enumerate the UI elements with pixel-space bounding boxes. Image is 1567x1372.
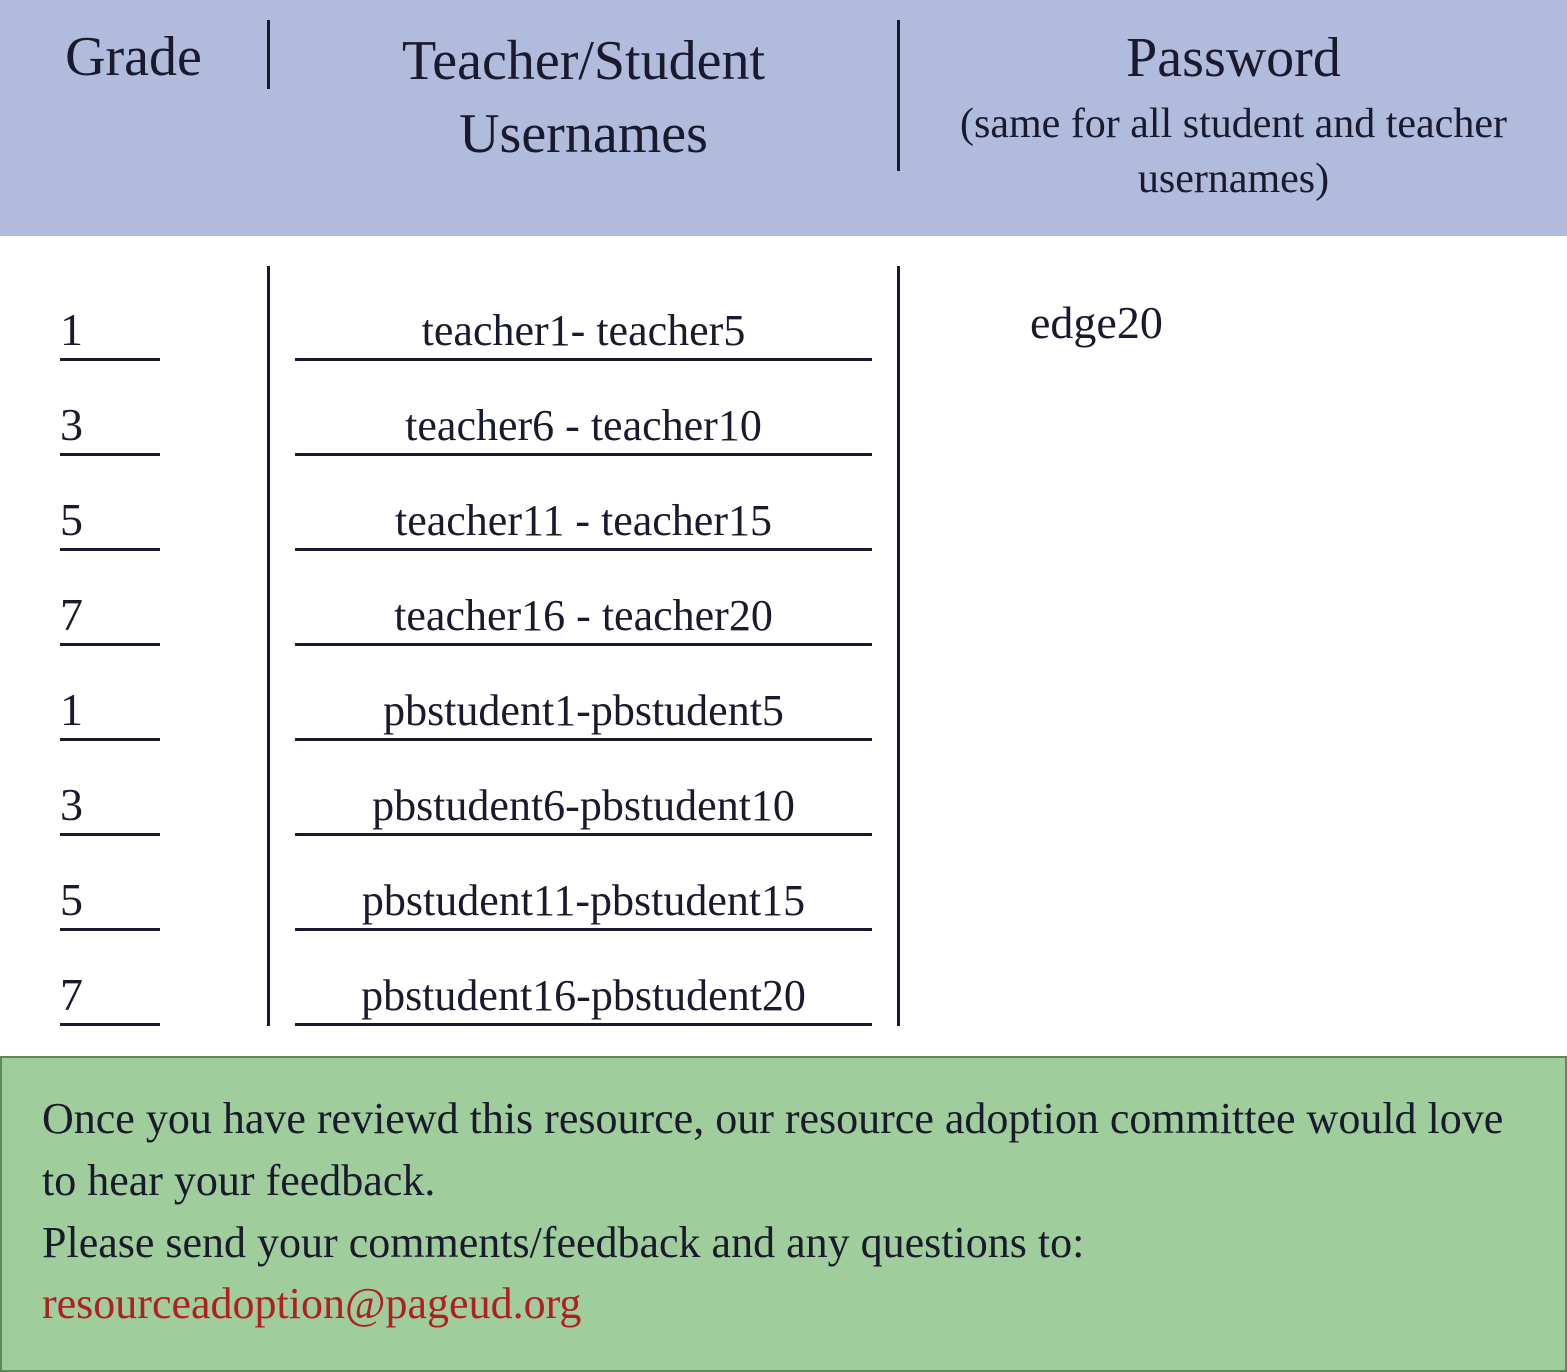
cell-grade: 1 — [0, 266, 270, 361]
footer-text-2: Please send your comments/feedback and a… — [42, 1212, 1525, 1274]
cell-grade: 1 — [0, 646, 270, 741]
table-body: 1 teacher1- teacher5 3 teacher6 - teache… — [0, 236, 900, 1026]
cell-username: teacher6 - teacher10 — [270, 361, 900, 456]
table-header: Grade Teacher/Student Usernames Password… — [0, 0, 1567, 236]
cell-grade: 3 — [0, 741, 270, 836]
cell-grade: 5 — [0, 836, 270, 931]
footer-box: Once you have reviewd this resource, our… — [0, 1056, 1567, 1371]
cell-username: pbstudent1-pbstudent5 — [270, 646, 900, 741]
table-row: 3 pbstudent6-pbstudent10 — [0, 741, 900, 836]
table-row: 5 teacher11 - teacher15 — [0, 456, 900, 551]
table-row: 1 pbstudent1-pbstudent5 — [0, 646, 900, 741]
cell-grade: 7 — [0, 931, 270, 1026]
table-row: 7 pbstudent16-pbstudent20 — [0, 931, 900, 1026]
cell-username: teacher11 - teacher15 — [270, 456, 900, 551]
cell-username: pbstudent16-pbstudent20 — [270, 931, 900, 1026]
table-row: 5 pbstudent11-pbstudent15 — [0, 836, 900, 931]
table-row: 7 teacher16 - teacher20 — [0, 551, 900, 646]
cell-username: pbstudent6-pbstudent10 — [270, 741, 900, 836]
footer-email: resourceadoption@pageud.org — [42, 1273, 1525, 1335]
header-password: Password (same for all student and teach… — [900, 20, 1567, 206]
cell-grade: 3 — [0, 361, 270, 456]
password-value: edge20 — [900, 236, 1567, 1026]
table-row: 1 teacher1- teacher5 — [0, 266, 900, 361]
cell-username: pbstudent11-pbstudent15 — [270, 836, 900, 931]
cell-grade: 7 — [0, 551, 270, 646]
header-grade: Grade — [0, 20, 270, 89]
table-row: 3 teacher6 - teacher10 — [0, 361, 900, 456]
cell-username: teacher1- teacher5 — [270, 266, 900, 361]
footer-text-1: Once you have reviewd this resource, our… — [42, 1088, 1525, 1211]
cell-grade: 5 — [0, 456, 270, 551]
header-password-title: Password — [930, 25, 1537, 92]
header-password-subtitle: (same for all student and teacher userna… — [930, 97, 1537, 206]
header-usernames: Teacher/Student Usernames — [270, 20, 900, 171]
cell-username: teacher16 - teacher20 — [270, 551, 900, 646]
